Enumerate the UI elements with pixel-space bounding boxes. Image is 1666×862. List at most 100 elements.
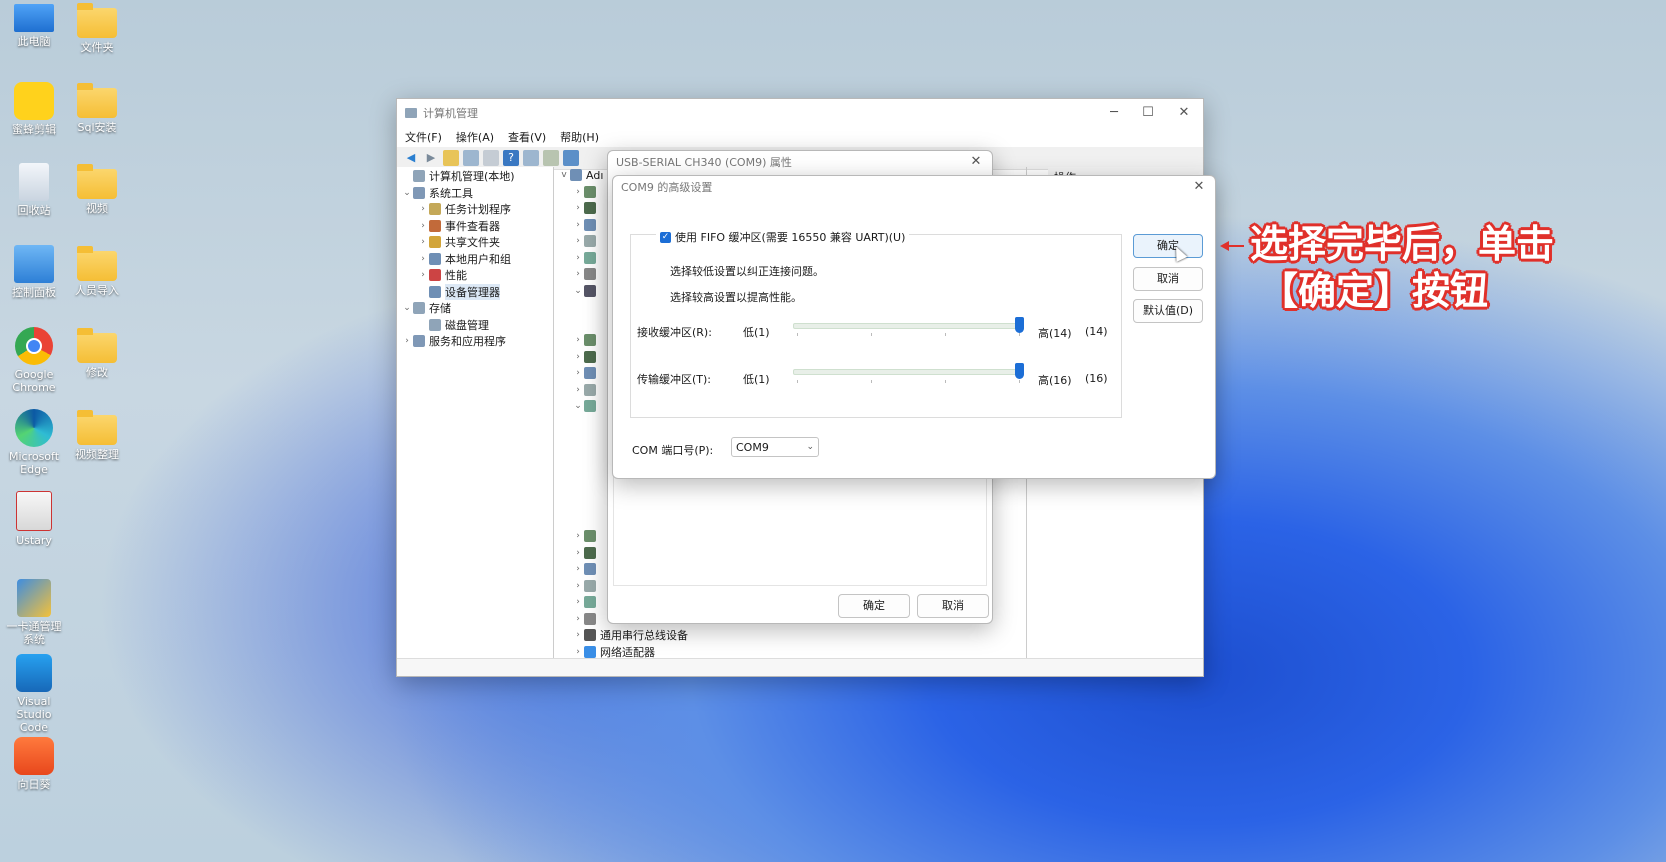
chevron-right-icon[interactable]: › <box>572 385 584 395</box>
device-category-row[interactable]: › 通用串行总线设备 <box>572 627 688 644</box>
com-port-value: COM9 <box>736 440 769 454</box>
tree-item[interactable]: 设备管理器 <box>397 283 553 301</box>
tree-item[interactable]: 计算机管理(本地) <box>397 168 553 185</box>
chevron-right-icon[interactable]: › <box>572 203 584 213</box>
desktop-icon-sunlogin[interactable]: 向日葵 <box>3 737 65 791</box>
desktop-icon-ustary[interactable]: Ustary <box>3 491 65 547</box>
chevron-right-icon[interactable]: › <box>572 531 584 541</box>
chevron-down-icon[interactable]: ⌄ <box>401 188 413 198</box>
desktop-icon-card-system[interactable]: 一卡通管理系统 <box>3 579 65 646</box>
rx-slider[interactable] <box>793 323 1021 329</box>
desktop-icon-import-folder[interactable]: 人员导入 <box>66 245 128 297</box>
advanced-default-button[interactable]: 默认值(D) <box>1133 299 1203 323</box>
chevron-right-icon[interactable]: › <box>572 564 584 574</box>
maximize-button[interactable]: ☐ <box>1131 103 1165 123</box>
com-port-select[interactable]: COM9 ⌄ <box>731 437 819 457</box>
desktop-icon-vscode[interactable]: Visual Studio Code <box>3 654 65 734</box>
chevron-right-icon[interactable]: › <box>572 253 584 263</box>
chevron-right-icon[interactable]: › <box>417 270 429 280</box>
desktop-icon-recycle-bin[interactable]: 回收站 <box>3 163 65 217</box>
desktop-icon-video-folder[interactable]: 视频 <box>66 163 128 215</box>
rx-tick <box>871 333 872 336</box>
chevron-right-icon[interactable]: ⌄ <box>572 286 584 296</box>
rx-slider-thumb[interactable] <box>1015 317 1024 333</box>
folder-icon <box>77 3 117 38</box>
chevron-right-icon[interactable]: › <box>572 352 584 362</box>
desktop-icon-edge[interactable]: Microsoft Edge <box>3 409 65 476</box>
forward-icon[interactable]: ▶ <box>423 150 439 166</box>
chevron-right-icon[interactable]: › <box>572 187 584 197</box>
device-category-icon <box>584 612 596 625</box>
advanced-cancel-button[interactable]: 取消 <box>1133 267 1203 291</box>
console-icon[interactable] <box>523 150 539 166</box>
chevron-right-icon[interactable]: › <box>417 254 429 264</box>
fifo-checkbox-row[interactable]: ✓ 使用 FIFO 缓冲区(需要 16550 兼容 UART)(U) <box>656 229 910 245</box>
chevron-right-icon[interactable]: › <box>572 630 584 640</box>
advanced-close-button[interactable]: ✕ <box>1187 177 1211 197</box>
device-category-icon <box>584 284 596 297</box>
desktop-icon-bee-cut[interactable]: 蜜蜂剪辑 <box>3 82 65 136</box>
chevron-right-icon[interactable]: › <box>417 204 429 214</box>
tx-slider[interactable] <box>793 369 1021 375</box>
minimize-button[interactable]: ─ <box>1097 103 1131 123</box>
desktop-icon-chrome[interactable]: Google Chrome <box>3 327 65 394</box>
chevron-right-icon[interactable]: › <box>417 237 429 247</box>
desktop-icon-sql-folder[interactable]: Sql安装 <box>66 82 128 134</box>
advanced-ok-button[interactable]: 确定 <box>1133 234 1203 258</box>
chevron-right-icon[interactable]: › <box>572 614 584 624</box>
back-icon[interactable]: ◀ <box>403 150 419 166</box>
device-category-icon <box>584 202 596 215</box>
tree-item[interactable]: › 性能 <box>397 267 553 284</box>
device-category-icon <box>584 185 596 198</box>
chevron-right-icon[interactable]: › <box>572 368 584 378</box>
desktop-icon-control-panel[interactable]: 控制面板 <box>3 245 65 299</box>
chevron-right-icon[interactable]: › <box>572 335 584 345</box>
tx-slider-thumb[interactable] <box>1015 363 1024 379</box>
tree-node-icon <box>413 186 425 199</box>
properties-ok-button[interactable]: 确定 <box>838 594 910 618</box>
chevron-right-icon[interactable]: › <box>401 336 413 346</box>
up-folder-icon[interactable] <box>443 150 459 166</box>
chevron-right-icon[interactable]: › <box>572 581 584 591</box>
properties-icon[interactable] <box>483 150 499 166</box>
menu-action[interactable]: 操作(A) <box>456 129 494 145</box>
monitor-icon[interactable] <box>563 150 579 166</box>
show-tree-icon[interactable] <box>463 150 479 166</box>
tree-node-icon <box>429 285 441 298</box>
desktop-icon-video-sort-folder[interactable]: 视频整理 <box>66 409 128 461</box>
device-category-icon <box>584 334 596 347</box>
annotation-arrow-head <box>1220 241 1229 251</box>
chevron-right-icon[interactable]: › <box>572 647 584 657</box>
help-icon[interactable]: ? <box>503 150 519 166</box>
chevron-right-icon[interactable]: › <box>572 236 584 246</box>
tree-item[interactable]: › 服务和应用程序 <box>397 333 553 350</box>
tree-item[interactable]: ⌄ 存储 <box>397 300 553 317</box>
chevron-right-icon[interactable]: ⌄ <box>572 401 584 411</box>
fifo-checkbox[interactable]: ✓ <box>660 231 671 243</box>
menu-file[interactable]: 文件(F) <box>405 129 442 145</box>
expand-arrow-icon[interactable]: v <box>558 170 570 180</box>
chevron-down-icon[interactable]: ⌄ <box>401 303 413 313</box>
chevron-right-icon[interactable]: › <box>572 220 584 230</box>
tx-value: (16) <box>1085 372 1108 385</box>
properties-close-button[interactable]: ✕ <box>964 152 988 172</box>
tree-node-icon <box>429 318 441 331</box>
menu-view[interactable]: 查看(V) <box>508 129 546 145</box>
tree-item[interactable]: ⌄ 系统工具 <box>397 185 553 202</box>
properties-cancel-button[interactable]: 取消 <box>917 594 989 618</box>
tree-item[interactable]: 磁盘管理 <box>397 317 553 334</box>
tree-item[interactable]: › 任务计划程序 <box>397 201 553 218</box>
desktop-icon-folder[interactable]: 文件夹 <box>66 2 128 54</box>
chevron-right-icon[interactable]: › <box>572 548 584 558</box>
desktop-icon-this-pc[interactable]: 此电脑 <box>3 2 65 48</box>
menu-help[interactable]: 帮助(H) <box>560 129 599 145</box>
print-icon[interactable] <box>543 150 559 166</box>
close-button[interactable]: ✕ <box>1167 103 1201 123</box>
chevron-right-icon[interactable]: › <box>572 597 584 607</box>
desktop-icon-modify-folder[interactable]: 修改 <box>66 327 128 379</box>
tree-item[interactable]: › 共享文件夹 <box>397 234 553 251</box>
chevron-right-icon[interactable]: › <box>417 221 429 231</box>
tree-item[interactable]: › 事件查看器 <box>397 218 553 235</box>
tree-item[interactable]: › 本地用户和组 <box>397 251 553 268</box>
chevron-right-icon[interactable]: › <box>572 269 584 279</box>
